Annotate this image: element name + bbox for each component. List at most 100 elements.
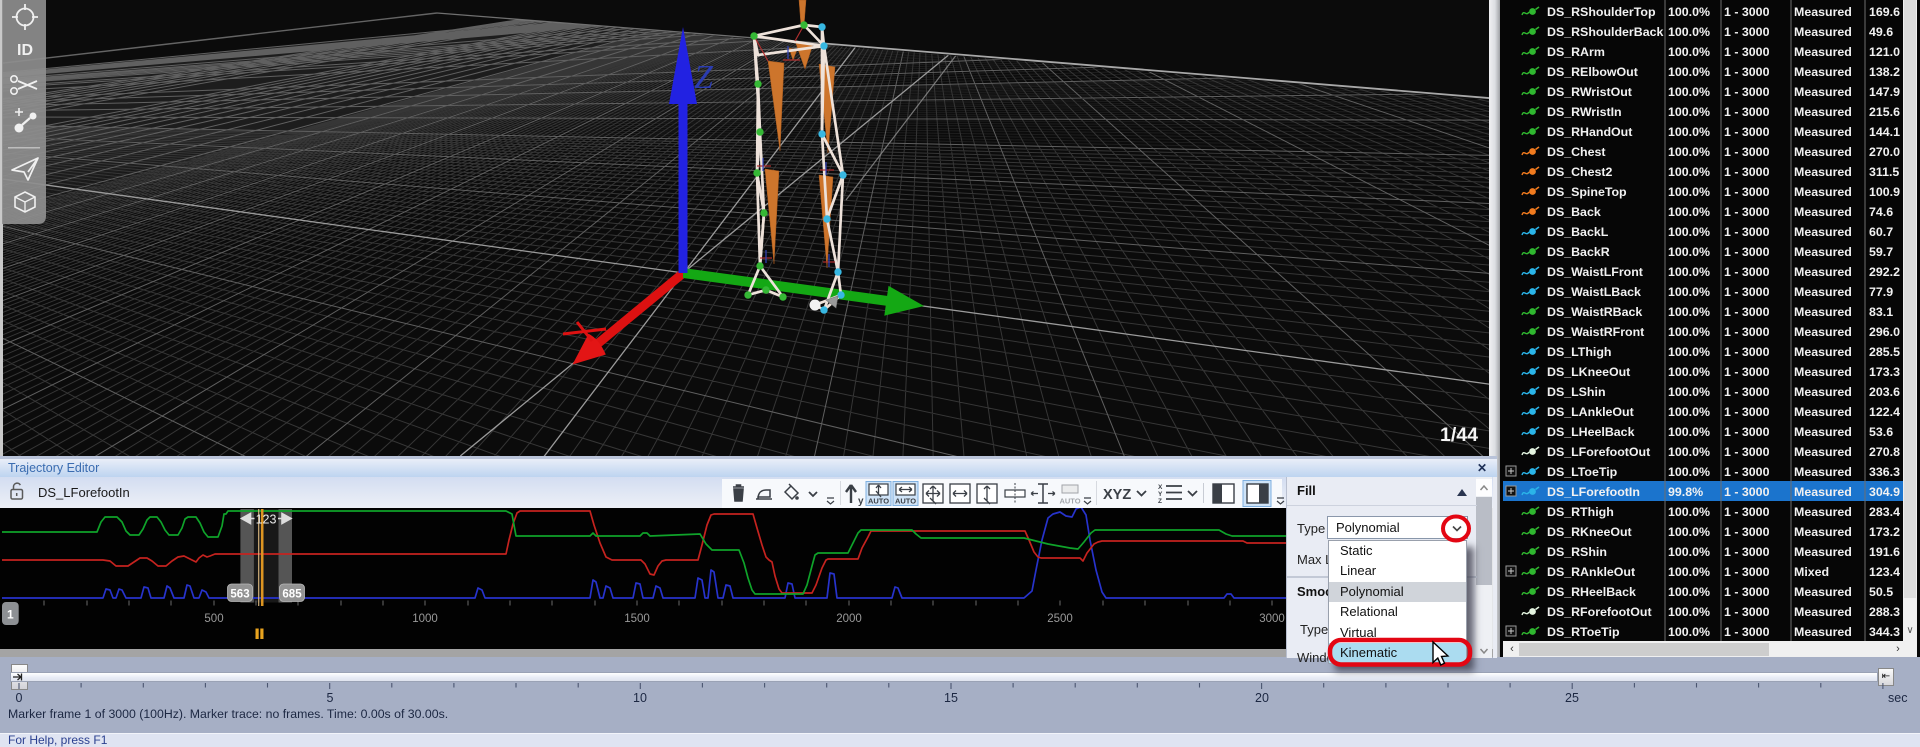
- svg-text:Measured: Measured: [1794, 165, 1852, 179]
- svg-text:20: 20: [1255, 691, 1269, 705]
- svg-text:100.0%: 100.0%: [1668, 565, 1710, 579]
- svg-text:Measured: Measured: [1794, 445, 1852, 459]
- svg-text:DS_WaistRFront: DS_WaistRFront: [1547, 325, 1644, 339]
- svg-text:Measured: Measured: [1794, 245, 1852, 259]
- svg-text:1 - 3000: 1 - 3000: [1724, 485, 1770, 499]
- svg-text:0: 0: [16, 691, 23, 705]
- svg-text:10: 10: [633, 691, 647, 705]
- svg-text:53.6: 53.6: [1869, 425, 1893, 439]
- svg-text:Z: Z: [694, 59, 714, 96]
- svg-text:2500: 2500: [1047, 613, 1073, 625]
- svg-text:DS_WaistLBack: DS_WaistLBack: [1547, 285, 1641, 299]
- svg-text:AUTO: AUTO: [895, 497, 916, 506]
- svg-text:Measured: Measured: [1794, 25, 1852, 39]
- svg-text:1 - 3000: 1 - 3000: [1724, 65, 1770, 79]
- svg-text:83.1: 83.1: [1869, 305, 1893, 319]
- svg-text:Measured: Measured: [1794, 145, 1852, 159]
- svg-text:169.6: 169.6: [1869, 5, 1900, 19]
- svg-text:DS_BackR: DS_BackR: [1547, 245, 1610, 259]
- svg-text:Measured: Measured: [1794, 605, 1852, 619]
- svg-text:191.6: 191.6: [1869, 545, 1900, 559]
- svg-text:100.0%: 100.0%: [1668, 545, 1710, 559]
- svg-text:DS_WaistRBack: DS_WaistRBack: [1547, 305, 1642, 319]
- svg-text:100.0%: 100.0%: [1668, 585, 1710, 599]
- svg-text:Measured: Measured: [1794, 465, 1852, 479]
- svg-text:DS_RKneeOut: DS_RKneeOut: [1547, 525, 1632, 539]
- svg-text:DS_BackL: DS_BackL: [1547, 225, 1609, 239]
- svg-text:100.0%: 100.0%: [1668, 25, 1710, 39]
- svg-text:1 - 3000: 1 - 3000: [1724, 305, 1770, 319]
- svg-text:296.0: 296.0: [1869, 325, 1900, 339]
- svg-text:1 - 3000: 1 - 3000: [1724, 525, 1770, 539]
- svg-text:1 - 3000: 1 - 3000: [1724, 185, 1770, 199]
- svg-text:99.8%: 99.8%: [1668, 485, 1703, 499]
- svg-text:DS_LThigh: DS_LThigh: [1547, 345, 1611, 359]
- svg-text:100.0%: 100.0%: [1668, 45, 1710, 59]
- svg-text:1 - 3000: 1 - 3000: [1724, 225, 1770, 239]
- svg-text:DS_WaistLFront: DS_WaistLFront: [1547, 265, 1643, 279]
- svg-text:100.0%: 100.0%: [1668, 425, 1710, 439]
- svg-text:Measured: Measured: [1794, 225, 1852, 239]
- svg-text:Measured: Measured: [1794, 405, 1852, 419]
- svg-text:AUTO: AUTO: [1059, 497, 1080, 506]
- svg-text:100.0%: 100.0%: [1668, 205, 1710, 219]
- svg-text:344.3: 344.3: [1869, 625, 1900, 639]
- svg-text:311.5: 311.5: [1869, 165, 1899, 179]
- svg-text:DS_RAnkleOut: DS_RAnkleOut: [1547, 565, 1635, 579]
- svg-text:336.3: 336.3: [1869, 465, 1900, 479]
- svg-text:1 - 3000: 1 - 3000: [1724, 245, 1770, 259]
- svg-text:1 - 3000: 1 - 3000: [1724, 505, 1770, 519]
- svg-text:100.0%: 100.0%: [1668, 105, 1710, 119]
- svg-text:Measured: Measured: [1794, 545, 1852, 559]
- svg-text:1: 1: [7, 608, 14, 622]
- svg-text:1 - 3000: 1 - 3000: [1724, 565, 1770, 579]
- svg-text:AUTO: AUTO: [868, 497, 889, 506]
- svg-text:283.4: 283.4: [1869, 505, 1900, 519]
- svg-text:1 - 3000: 1 - 3000: [1724, 285, 1770, 299]
- svg-text:100.0%: 100.0%: [1668, 385, 1710, 399]
- svg-text:DS_RWristOut: DS_RWristOut: [1547, 85, 1632, 99]
- svg-text:1500: 1500: [624, 613, 650, 625]
- svg-text:Measured: Measured: [1794, 285, 1852, 299]
- svg-text:1 - 3000: 1 - 3000: [1724, 105, 1770, 119]
- svg-text:DS_RElbowOut: DS_RElbowOut: [1547, 65, 1638, 79]
- svg-text:292.2: 292.2: [1869, 265, 1900, 279]
- svg-text:1 - 3000: 1 - 3000: [1724, 325, 1770, 339]
- svg-text:Measured: Measured: [1794, 485, 1852, 499]
- svg-text:1 - 3000: 1 - 3000: [1724, 545, 1770, 559]
- svg-text:100.0%: 100.0%: [1668, 365, 1710, 379]
- svg-text:sec: sec: [1888, 691, 1907, 705]
- svg-text:DS_LKneeOut: DS_LKneeOut: [1547, 365, 1630, 379]
- svg-text:123.4: 123.4: [1869, 565, 1900, 579]
- svg-text:DS_RToeTip: DS_RToeTip: [1547, 625, 1620, 639]
- svg-text:1 - 3000: 1 - 3000: [1724, 85, 1770, 99]
- svg-text:5: 5: [327, 691, 334, 705]
- svg-text:60.7: 60.7: [1869, 225, 1893, 239]
- svg-text:Measured: Measured: [1794, 365, 1852, 379]
- svg-text:1 - 3000: 1 - 3000: [1724, 445, 1770, 459]
- svg-text:DS_LAnkleOut: DS_LAnkleOut: [1547, 405, 1634, 419]
- svg-text:1 - 3000: 1 - 3000: [1724, 5, 1770, 19]
- svg-text:100.0%: 100.0%: [1668, 445, 1710, 459]
- svg-text:1 - 3000: 1 - 3000: [1724, 165, 1770, 179]
- svg-text:1 - 3000: 1 - 3000: [1724, 25, 1770, 39]
- svg-text:100.0%: 100.0%: [1668, 125, 1710, 139]
- svg-text:DS_LToeTip: DS_LToeTip: [1547, 465, 1618, 479]
- svg-text:50.5: 50.5: [1869, 585, 1893, 599]
- svg-text:59.7: 59.7: [1869, 245, 1893, 259]
- svg-text:XYZ: XYZ: [1103, 487, 1131, 503]
- svg-text:100.0%: 100.0%: [1668, 5, 1710, 19]
- svg-text:Measured: Measured: [1794, 85, 1852, 99]
- svg-text:1 - 3000: 1 - 3000: [1724, 265, 1770, 279]
- svg-text:121.0: 121.0: [1869, 45, 1900, 59]
- svg-text:1/44: 1/44: [1440, 424, 1478, 446]
- svg-text:DS_RArm: DS_RArm: [1547, 45, 1605, 59]
- svg-text:100.0%: 100.0%: [1668, 145, 1710, 159]
- svg-text:1 - 3000: 1 - 3000: [1724, 625, 1770, 639]
- svg-text:203.6: 203.6: [1869, 385, 1900, 399]
- svg-text:100.9: 100.9: [1869, 185, 1900, 199]
- svg-text:Measured: Measured: [1794, 5, 1852, 19]
- svg-text:100.0%: 100.0%: [1668, 285, 1710, 299]
- svg-text:100.0%: 100.0%: [1668, 605, 1710, 619]
- svg-text:y: y: [858, 496, 864, 507]
